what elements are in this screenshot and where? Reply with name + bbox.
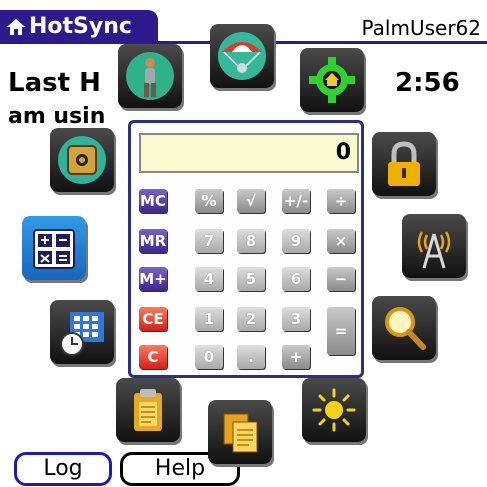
log-button[interactable]: Log (14, 452, 112, 486)
padlock-icon (388, 141, 420, 186)
calculator-window: 0 MC % √ +/- ÷ MR 7 8 9 × M+ 4 5 6 − CE … (128, 120, 364, 378)
parachute-icon (218, 32, 266, 80)
calculator-icon[interactable] (22, 216, 86, 280)
copy-documents-icon[interactable] (208, 400, 272, 464)
digit-9-key[interactable]: 9 (282, 229, 310, 253)
documents-icon (223, 413, 258, 453)
calculator-display: 0 (139, 133, 359, 173)
last-hotsync-label: Last H (8, 68, 101, 98)
digit-1-key[interactable]: 1 (195, 307, 223, 331)
percent-key[interactable]: % (195, 189, 223, 213)
ce-key[interactable]: CE (139, 307, 167, 331)
magnifier-icon[interactable] (372, 296, 436, 360)
calculator-keypad-icon (33, 229, 75, 269)
mplus-key[interactable]: M+ (139, 267, 167, 291)
gear-home-icon (309, 57, 355, 103)
digit-4-key[interactable]: 4 (195, 267, 223, 291)
search-icon (385, 307, 426, 350)
wireless-antenna-icon[interactable] (402, 214, 466, 278)
memo-clipboard-icon[interactable] (116, 378, 180, 442)
plus-key[interactable]: + (282, 345, 310, 369)
sqrt-key[interactable]: √ (237, 189, 265, 213)
app-title-bar[interactable]: HotSync (0, 10, 158, 43)
c-key[interactable]: C (139, 345, 167, 369)
mc-key[interactable]: MC (139, 189, 167, 213)
calendar-icon (60, 312, 104, 356)
home-gear-icon[interactable] (300, 48, 364, 112)
digit-5-key[interactable]: 5 (237, 267, 265, 291)
plusminus-key[interactable]: +/- (282, 189, 310, 213)
last-hotsync-time: 2:56 (395, 68, 460, 98)
skydiver-app-icon[interactable] (210, 24, 274, 88)
equals-key[interactable]: = (327, 307, 355, 355)
divide-key[interactable]: ÷ (327, 189, 355, 213)
digit-7-key[interactable]: 7 (195, 229, 223, 253)
minus-key[interactable]: − (327, 267, 355, 291)
safe-app-icon[interactable] (50, 128, 114, 192)
multiply-key[interactable]: × (327, 229, 355, 253)
digit-0-key[interactable]: 0 (195, 345, 223, 369)
using-label: am usin (8, 104, 106, 129)
clipboard-icon (134, 389, 162, 431)
antenna-signal-icon (417, 231, 451, 269)
digit-2-key[interactable]: 2 (237, 307, 265, 331)
fitness-app-icon[interactable] (118, 44, 182, 108)
brightness-icon[interactable] (302, 378, 366, 442)
calendar-clock-icon[interactable] (50, 300, 114, 364)
app-title: HotSync (29, 14, 132, 39)
home-icon (7, 18, 25, 35)
user-name: PalmUser62 (361, 16, 482, 40)
digit-3-key[interactable]: 3 (282, 307, 310, 331)
safe-vault-icon (58, 136, 106, 184)
decimal-key[interactable]: . (237, 345, 265, 369)
digit-8-key[interactable]: 8 (237, 229, 265, 253)
digit-6-key[interactable]: 6 (282, 267, 310, 291)
sun-icon (312, 388, 356, 432)
lock-icon[interactable] (372, 132, 436, 196)
fitness-person-icon (126, 52, 174, 100)
mr-key[interactable]: MR (139, 229, 167, 253)
